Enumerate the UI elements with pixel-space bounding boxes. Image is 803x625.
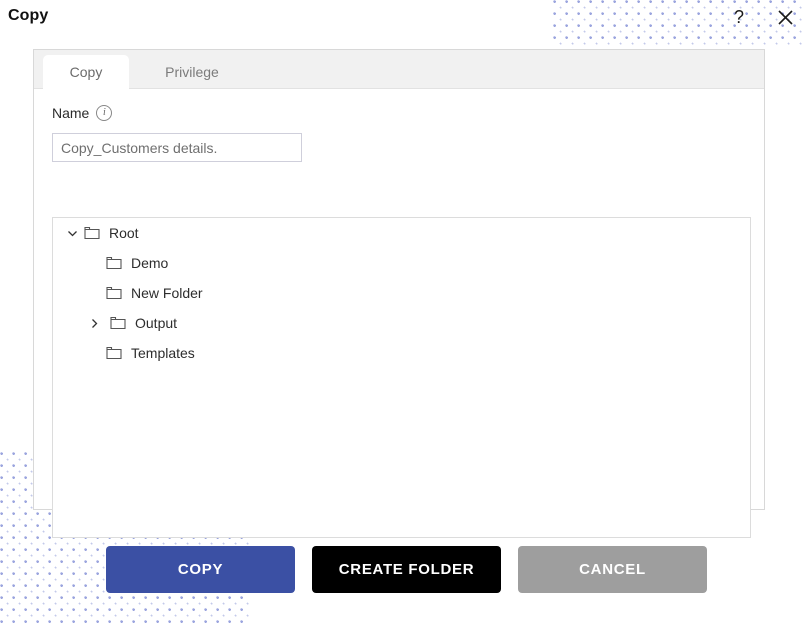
create-folder-button[interactable]: CREATE FOLDER <box>312 546 501 593</box>
chevron-right-icon[interactable] <box>83 317 105 330</box>
folder-tree[interactable]: Root Demo New Folder Output Templates <box>52 217 751 538</box>
decorative-dot-pattern-top-right <box>553 0 803 48</box>
tree-node-label: Output <box>135 315 178 331</box>
tree-row[interactable]: Templates <box>53 338 750 368</box>
copy-button[interactable]: COPY <box>106 546 295 593</box>
page-title: Copy <box>8 7 49 24</box>
tab-copy[interactable]: Copy <box>43 55 129 89</box>
tab-privilege-label: Privilege <box>165 64 219 80</box>
name-label: Name <box>52 105 90 121</box>
tab-privilege[interactable]: Privilege <box>144 55 240 89</box>
cancel-button[interactable]: CANCEL <box>518 546 707 593</box>
folder-icon <box>105 346 123 360</box>
tab-copy-label: Copy <box>69 64 103 80</box>
footer-button-row: COPY CREATE FOLDER CANCEL <box>106 546 707 593</box>
tree-node-label: Demo <box>131 255 169 271</box>
name-field-label-row: Name i <box>52 105 113 121</box>
folder-icon <box>109 316 127 330</box>
help-icon[interactable]: ? <box>726 4 752 30</box>
folder-icon <box>105 286 123 300</box>
copy-dialog-panel: Copy Privilege Name i Copy_Customers det… <box>33 49 765 538</box>
tab-strip: Copy Privilege <box>34 50 764 89</box>
close-icon[interactable] <box>772 4 798 30</box>
folder-icon <box>105 256 123 270</box>
tree-row[interactable]: Root <box>53 218 750 248</box>
chevron-down-icon[interactable] <box>61 227 83 240</box>
tree-row[interactable]: Output <box>53 308 750 338</box>
folder-icon <box>83 226 101 240</box>
tree-row[interactable]: New Folder <box>53 278 750 308</box>
name-input[interactable] <box>52 133 302 162</box>
tree-node-label: New Folder <box>131 285 203 301</box>
tree-node-label: Root <box>109 225 139 241</box>
tree-node-label: Templates <box>131 345 195 361</box>
tree-row[interactable]: Demo <box>53 248 750 278</box>
info-icon[interactable]: i <box>96 105 113 121</box>
